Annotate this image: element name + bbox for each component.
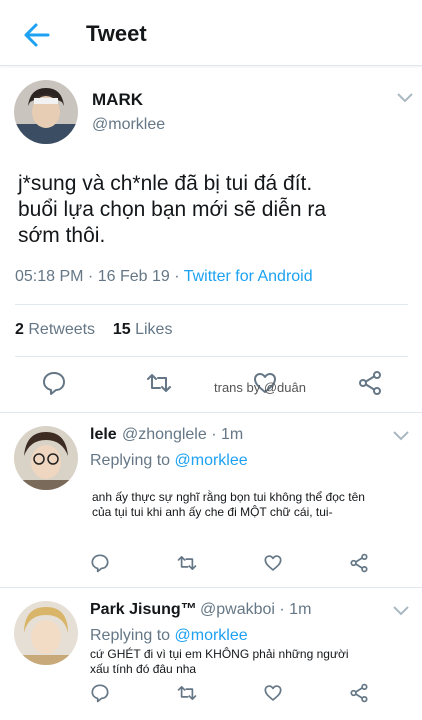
page-title: Tweet	[86, 21, 147, 46]
retweet-icon[interactable]	[177, 553, 197, 573]
author-name[interactable]: MARK	[92, 90, 143, 110]
reply-icon[interactable]	[90, 683, 110, 703]
reply-text-line: xấu tính đó đâu nha	[90, 662, 197, 676]
tweet-meta: 05:18 PM · 16 Feb 19 · Twitter for Andro…	[15, 268, 313, 286]
tweet-text: j*sung và ch*nle đã bị tui đá đít. buổi …	[18, 171, 413, 249]
like-icon[interactable]	[263, 553, 283, 573]
tweet-text-line: sớm thôi.	[18, 224, 106, 247]
reply-text-line: anh ấy thực sự nghĩ rằng bọn tui không t…	[92, 490, 365, 504]
reply-author-name[interactable]: Park Jisung™	[90, 601, 197, 619]
reply-text-line: cứ GHÉT đi vì tụi em KHÔNG phải những ng…	[90, 647, 349, 661]
back-arrow-icon[interactable]	[20, 18, 54, 52]
share-icon[interactable]	[349, 683, 369, 703]
replying-to: Replying to @morklee	[90, 452, 248, 470]
reply-author-handle[interactable]: @pwakboi · 1m	[200, 601, 311, 619]
divider	[0, 587, 422, 588]
avatar[interactable]	[14, 80, 78, 144]
share-icon[interactable]	[357, 370, 383, 396]
avatar[interactable]	[14, 426, 78, 490]
retweets-label[interactable]: Retweets	[28, 321, 95, 338]
retweet-icon[interactable]	[177, 683, 197, 703]
reply-icon[interactable]	[90, 553, 110, 573]
author-handle[interactable]: @morklee	[92, 116, 165, 134]
chevron-down-icon[interactable]	[392, 430, 410, 442]
reply-author-name[interactable]: lele	[90, 426, 117, 444]
chevron-down-icon[interactable]	[392, 605, 410, 617]
watermark-text: trans by @duân	[214, 380, 306, 395]
chevron-down-icon[interactable]	[396, 92, 414, 104]
tweet-stats: 2 Retweets 15 Likes	[15, 321, 172, 339]
timestamp: 05:18 PM · 16 Feb 19 ·	[15, 268, 180, 285]
top-bar: Tweet	[0, 0, 422, 66]
retweets-count[interactable]: 2	[15, 321, 24, 338]
mention-link[interactable]: @morklee	[175, 627, 248, 644]
divider	[15, 356, 408, 357]
reply-text: anh ấy thực sự nghĩ rằng bọn tui không t…	[92, 490, 418, 520]
source-link[interactable]: Twitter for Android	[184, 268, 313, 285]
replying-to-label: Replying to	[90, 452, 171, 469]
mention-link[interactable]: @morklee	[175, 452, 248, 469]
likes-label[interactable]: Likes	[135, 321, 172, 338]
share-icon[interactable]	[349, 553, 369, 573]
replying-to: Replying to @morklee	[90, 627, 248, 645]
reply-text: cứ GHÉT đi vì tụi em KHÔNG phải những ng…	[90, 647, 400, 677]
divider	[15, 304, 408, 305]
like-icon[interactable]	[263, 683, 283, 703]
tweet-text-line: j*sung và ch*nle đã bị tui đá đít.	[18, 172, 313, 195]
divider	[0, 412, 422, 413]
reply-text-line: của tụi tui khi anh ấy che đi MỘT chữ cá…	[92, 505, 333, 519]
tweet-text-line: buổi lựa chọn bạn mới sẽ diễn ra	[18, 198, 327, 221]
reply-author-handle[interactable]: @zhonglele · 1m	[122, 426, 243, 444]
reply-icon[interactable]	[41, 370, 67, 396]
replying-to-label: Replying to	[90, 627, 171, 644]
retweet-icon[interactable]	[146, 370, 172, 396]
avatar[interactable]	[14, 601, 78, 665]
likes-count[interactable]: 15	[113, 321, 131, 338]
